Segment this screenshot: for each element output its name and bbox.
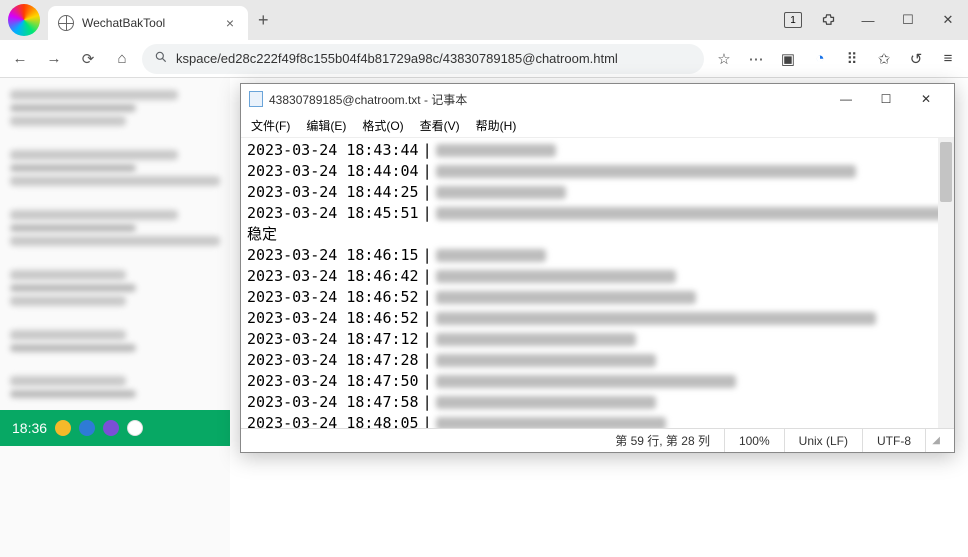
- notepad-textarea[interactable]: 2023-03-24 18:43:44 | 2023-03-24 18:44:0…: [241, 138, 954, 428]
- chat-selected-time: 18:36: [12, 420, 47, 436]
- chat-item[interactable]: [0, 198, 230, 258]
- home-button[interactable]: ⌂: [108, 45, 136, 73]
- tab-close-icon[interactable]: ×: [222, 15, 238, 31]
- text-line: 2023-03-24 18:47:28 |: [247, 350, 948, 371]
- history-icon[interactable]: ↺: [902, 45, 930, 73]
- url-bar[interactable]: kspace/ed28c222f49f8c155b04f4b81729a98c/…: [142, 44, 704, 74]
- status-dot-icon: [103, 420, 119, 436]
- notepad-menubar: 文件(F) 编辑(E) 格式(O) 查看(V) 帮助(H): [241, 114, 954, 138]
- extension-panda-icon[interactable]: ▣: [774, 45, 802, 73]
- text-line: 2023-03-24 18:45:51 |: [247, 203, 948, 224]
- text-line: 2023-03-24 18:48:05 |: [247, 413, 948, 428]
- text-line: 2023-03-24 18:46:15 |: [247, 245, 948, 266]
- notepad-minimize-icon[interactable]: —: [826, 85, 866, 113]
- notepad-title: 43830789185@chatroom.txt - 记事本: [269, 91, 826, 108]
- status-cursor-pos: 第 59 行, 第 28 列: [601, 429, 724, 452]
- notepad-maximize-icon[interactable]: ☐: [866, 85, 906, 113]
- menu-format[interactable]: 格式(O): [362, 117, 403, 134]
- browser-app-icon: [8, 4, 40, 36]
- browser-tab[interactable]: WechatBakTool ×: [48, 6, 248, 40]
- status-dot-icon: [127, 420, 143, 436]
- notepad-window: 43830789185@chatroom.txt - 记事本 — ☐ ✕ 文件(…: [240, 83, 955, 453]
- text-line: 2023-03-24 18:44:04 |: [247, 161, 948, 182]
- chat-item[interactable]: [0, 318, 230, 364]
- apps-grid-icon[interactable]: ⠿: [838, 45, 866, 73]
- text-line: 2023-03-24 18:43:44 |: [247, 140, 948, 161]
- text-line: 2023-03-24 18:44:25 |: [247, 182, 948, 203]
- chat-item[interactable]: [0, 364, 230, 410]
- back-button[interactable]: ←: [6, 45, 34, 73]
- scrollbar-thumb[interactable]: [940, 142, 952, 202]
- text-line: 稳定: [247, 224, 948, 245]
- globe-icon: [58, 15, 74, 31]
- window-minimize-icon[interactable]: —: [848, 4, 888, 36]
- notepad-file-icon: [249, 91, 263, 107]
- bookmark-star-icon[interactable]: ☆: [710, 45, 738, 73]
- tab-title: WechatBakTool: [82, 16, 214, 30]
- scrollbar-vertical[interactable]: [938, 138, 954, 428]
- reload-button[interactable]: ⟳: [74, 45, 102, 73]
- status-eol: Unix (LF): [784, 429, 862, 452]
- menu-help[interactable]: 帮助(H): [476, 117, 517, 134]
- text-line: 2023-03-24 18:46:52 |: [247, 287, 948, 308]
- text-line: 2023-03-24 18:47:50 |: [247, 371, 948, 392]
- notepad-titlebar[interactable]: 43830789185@chatroom.txt - 记事本 — ☐ ✕: [241, 84, 954, 114]
- chat-item[interactable]: [0, 78, 230, 138]
- window-maximize-icon[interactable]: ☐: [888, 4, 928, 36]
- menu-view[interactable]: 查看(V): [420, 117, 460, 134]
- window-close-icon[interactable]: ✕: [928, 4, 968, 36]
- hamburger-menu-icon[interactable]: ≡: [934, 45, 962, 73]
- text-line: 2023-03-24 18:46:42 |: [247, 266, 948, 287]
- chat-item[interactable]: [0, 138, 230, 198]
- text-line: 2023-03-24 18:47:58 |: [247, 392, 948, 413]
- more-icon[interactable]: ⋯: [742, 45, 770, 73]
- browser-titlebar: WechatBakTool × + 1 — ☐ ✕: [0, 0, 968, 40]
- resize-grip-icon[interactable]: ◢: [925, 429, 954, 452]
- chat-sidebar: 18:36: [0, 78, 230, 557]
- status-dot-icon: [55, 420, 71, 436]
- favorites-icon[interactable]: ✩: [870, 45, 898, 73]
- extensions-icon[interactable]: [808, 4, 848, 36]
- status-zoom: 100%: [724, 429, 784, 452]
- text-line: 2023-03-24 18:46:52 |: [247, 308, 948, 329]
- notepad-close-icon[interactable]: ✕: [906, 85, 946, 113]
- notepad-statusbar: 第 59 行, 第 28 列 100% Unix (LF) UTF-8 ◢: [241, 428, 954, 452]
- search-icon: [154, 50, 168, 67]
- page-content: 18:36 43830789185@chatroom.txt - 记事本 — ☐…: [0, 78, 968, 557]
- status-dot-icon: [79, 420, 95, 436]
- browser-toolbar: ← → ⟳ ⌂ kspace/ed28c222f49f8c155b04f4b81…: [0, 40, 968, 78]
- menu-file[interactable]: 文件(F): [251, 117, 290, 134]
- forward-button[interactable]: →: [40, 45, 68, 73]
- extension-cloud-icon[interactable]: ◔: [806, 45, 834, 73]
- status-encoding: UTF-8: [862, 429, 925, 452]
- new-tab-button[interactable]: +: [248, 10, 279, 31]
- menu-edit[interactable]: 编辑(E): [306, 117, 346, 134]
- chat-item-selected[interactable]: 18:36: [0, 410, 230, 446]
- text-line: 2023-03-24 18:47:12 |: [247, 329, 948, 350]
- tab-count-badge[interactable]: 1: [784, 12, 802, 28]
- chat-item[interactable]: [0, 258, 230, 318]
- url-text: kspace/ed28c222f49f8c155b04f4b81729a98c/…: [176, 51, 618, 66]
